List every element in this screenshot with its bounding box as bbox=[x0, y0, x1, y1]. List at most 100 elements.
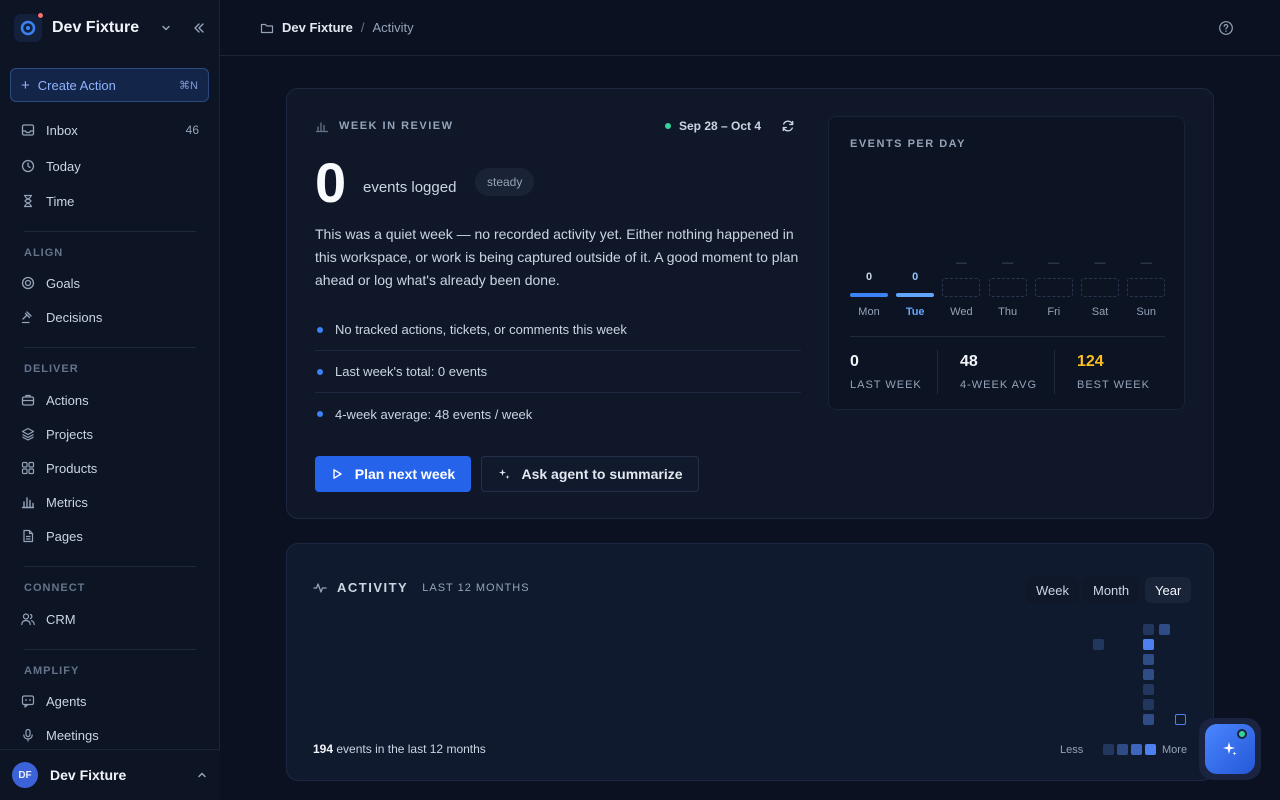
heatmap-cell[interactable] bbox=[1159, 624, 1170, 635]
heatmap-cell[interactable] bbox=[1143, 699, 1154, 710]
sidebar-item-label: Agents bbox=[46, 693, 87, 709]
folder-icon bbox=[260, 21, 274, 35]
stat-divider bbox=[1054, 350, 1055, 394]
heatmap-cell[interactable] bbox=[1143, 684, 1154, 695]
section-label-connect: CONNECT bbox=[24, 582, 86, 594]
grid-icon bbox=[20, 460, 36, 476]
activity-total-count: 194 bbox=[313, 742, 334, 756]
plan-next-week-button[interactable]: Plan next week bbox=[315, 456, 471, 492]
sidebar-item-label: Metrics bbox=[46, 494, 88, 510]
refresh-icon[interactable] bbox=[781, 119, 795, 133]
day-label: Wed bbox=[950, 306, 973, 318]
ask-agent-summarize-button[interactable]: Ask agent to summarize bbox=[481, 456, 699, 492]
breadcrumb-current: Activity bbox=[372, 20, 414, 35]
clock-icon bbox=[20, 158, 36, 174]
chat-bot-icon bbox=[20, 693, 36, 709]
heatmap-cell[interactable] bbox=[1143, 639, 1154, 650]
breadcrumb: Dev Fixture / Activity bbox=[260, 20, 414, 35]
activity-total-suffix: events in the last 12 months bbox=[336, 742, 486, 756]
heatmap-cell-today[interactable] bbox=[1175, 714, 1186, 725]
heatmap-cell[interactable] bbox=[1143, 654, 1154, 665]
day-value: 0 bbox=[865, 271, 873, 283]
chevron-down-icon[interactable] bbox=[160, 22, 172, 34]
range-tab-year[interactable]: Year bbox=[1145, 577, 1192, 603]
breadcrumb-root[interactable]: Dev Fixture bbox=[282, 20, 353, 35]
help-icon[interactable] bbox=[1218, 20, 1234, 36]
sidebar-item-inbox[interactable]: Inbox 46 bbox=[10, 116, 209, 144]
week-summary-text: This was a quiet week — no recorded acti… bbox=[315, 226, 799, 288]
day-label: Thu bbox=[998, 306, 1018, 318]
heatmap-cell[interactable] bbox=[1143, 669, 1154, 680]
sidebar-item-agents[interactable]: Agents bbox=[10, 687, 209, 715]
day-bar-empty bbox=[1034, 278, 1073, 297]
online-status-dot bbox=[1237, 729, 1247, 739]
heatmap-cell[interactable] bbox=[1143, 624, 1154, 635]
stat-four-week-avg: 48 4-WEEK AVG bbox=[960, 353, 1037, 391]
sidebar-item-meetings[interactable]: Meetings bbox=[10, 721, 209, 749]
day-label: Sun bbox=[1136, 306, 1156, 318]
day-bar-empty bbox=[988, 278, 1027, 297]
date-range: Sep 28 – Oct 4 bbox=[665, 119, 761, 133]
list-item: No tracked actions, tickets, or comments… bbox=[315, 309, 801, 351]
workspace-switcher[interactable]: Dev Fixture bbox=[0, 0, 220, 56]
bullet-dot bbox=[317, 368, 323, 375]
users-icon bbox=[20, 611, 36, 627]
target-icon bbox=[20, 275, 36, 291]
date-range-label: Sep 28 – Oct 4 bbox=[679, 119, 762, 133]
sparkle-icon bbox=[499, 469, 510, 479]
day-value: — bbox=[1048, 257, 1060, 269]
range-tab-week[interactable]: Week bbox=[1026, 577, 1079, 603]
sidebar-item-products[interactable]: Products bbox=[10, 454, 209, 482]
stat-value: 48 bbox=[960, 353, 978, 370]
range-tab-month[interactable]: Month bbox=[1083, 577, 1140, 603]
sidebar-item-crm[interactable]: CRM bbox=[10, 605, 209, 633]
ai-assistant-button[interactable] bbox=[1199, 718, 1261, 780]
sidebar-item-label: Goals bbox=[46, 275, 80, 291]
day-value: — bbox=[1094, 257, 1106, 269]
panel-divider bbox=[850, 336, 1165, 337]
day-label: Fri bbox=[1047, 306, 1061, 318]
chevron-up-icon[interactable] bbox=[196, 769, 208, 781]
sidebar-item-today[interactable]: Today bbox=[10, 152, 209, 180]
inbox-icon bbox=[20, 122, 36, 138]
heatmap-cell[interactable] bbox=[1093, 639, 1104, 650]
day-bar-empty bbox=[1127, 278, 1166, 297]
sidebar-item-pages[interactable]: Pages bbox=[10, 522, 209, 550]
collapse-sidebar-icon[interactable] bbox=[192, 21, 206, 35]
sidebar-item-projects[interactable]: Projects bbox=[10, 420, 209, 448]
stat-value: 124 bbox=[1077, 353, 1104, 370]
microphone-icon bbox=[20, 727, 36, 743]
avatar: DF bbox=[12, 762, 38, 788]
legend-more-label: More bbox=[1162, 744, 1188, 756]
plus-icon: + bbox=[21, 76, 30, 94]
heatmap-cell[interactable] bbox=[1143, 714, 1154, 725]
user-menu[interactable]: DF Dev Fixture bbox=[0, 749, 220, 800]
events-count-label: events logged bbox=[363, 179, 457, 196]
list-item: Last week's total: 0 events bbox=[315, 351, 801, 393]
legend-swatch bbox=[1117, 744, 1128, 755]
bar-chart-icon bbox=[20, 494, 36, 510]
stat-label: LAST WEEK bbox=[850, 379, 922, 391]
sidebar-item-actions[interactable]: Actions bbox=[10, 386, 209, 414]
sidebar-item-decisions[interactable]: Decisions bbox=[10, 303, 209, 331]
activity-heading: ACTIVITY LAST 12 MONTHS bbox=[313, 580, 530, 595]
stat-label: 4-WEEK AVG bbox=[960, 379, 1038, 391]
workspace-logo-icon bbox=[14, 12, 44, 42]
create-action-button[interactable]: + Create Action ⌘N bbox=[10, 68, 209, 102]
briefcase-icon bbox=[20, 392, 36, 408]
bullet-text: No tracked actions, tickets, or comments… bbox=[335, 322, 627, 337]
stat-last-week: 0 LAST WEEK bbox=[850, 353, 922, 391]
day-bar bbox=[896, 293, 935, 297]
bullet-dot bbox=[317, 411, 323, 417]
day-bar-empty bbox=[1081, 278, 1119, 297]
sidebar-item-label: Pages bbox=[46, 528, 83, 544]
sidebar-item-goals[interactable]: Goals bbox=[10, 269, 209, 297]
events-per-day-panel: EVENTS PER DAY 0 Mon 0 Tue — Wed — Thu — Fri — Sat —… bbox=[828, 116, 1185, 410]
section-label-deliver: DELIVER bbox=[24, 363, 79, 375]
play-icon bbox=[333, 469, 342, 479]
activity-card: ACTIVITY LAST 12 MONTHS Week Month Year … bbox=[286, 543, 1214, 781]
day-label: Mon bbox=[858, 306, 880, 318]
sidebar-item-time[interactable]: Time bbox=[10, 187, 209, 215]
day-label: Sat bbox=[1091, 306, 1109, 318]
sidebar-item-metrics[interactable]: Metrics bbox=[10, 488, 209, 516]
